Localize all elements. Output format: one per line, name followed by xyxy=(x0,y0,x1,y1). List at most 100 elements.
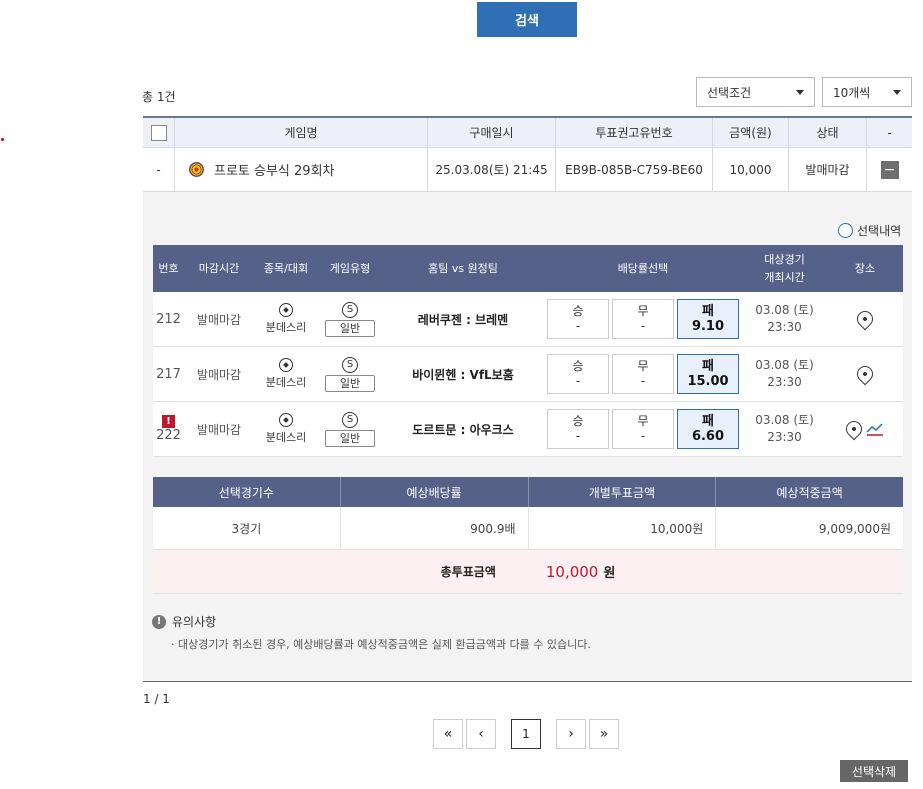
odds-win-label: 승 xyxy=(572,414,584,428)
status: 발매마감 xyxy=(789,148,867,191)
odds-draw-label: 무 xyxy=(637,359,649,373)
alert-icon: ! xyxy=(162,415,175,428)
delete-selected-button[interactable]: 선택삭제 xyxy=(840,760,908,782)
odds-cell: 승- 무- 패 6.60 xyxy=(544,402,742,456)
summary-header: 선택경기수 예상배당률 개별투표금액 예상적중금액 xyxy=(153,477,903,507)
prev-page-button[interactable]: ‹ xyxy=(466,719,496,749)
odds-lose-button[interactable]: 패 9.10 xyxy=(677,299,739,339)
search-button[interactable]: 검색 xyxy=(477,2,577,37)
odds-lose-button[interactable]: 패 6.60 xyxy=(677,409,739,449)
sport-cell: 분데스리 xyxy=(254,347,318,401)
odds-win-button[interactable]: 승- xyxy=(547,354,609,394)
match-close: 발매마감 xyxy=(196,312,242,327)
summary-header-bet: 개별투표금액 xyxy=(529,477,717,507)
match-close: 발매마감 xyxy=(196,367,242,382)
match-row: 212 발매마감 분데스리 S 일반 레버쿠젠 : 브레멘 승- 무- 패 9.1… xyxy=(153,292,903,347)
odds-win-value: - xyxy=(575,429,581,443)
match-row: ! 222 발매마감 분데스리 S 일반 도르트문 : 아우크스 승- 무- 패… xyxy=(153,402,903,457)
header-ticket-id: 투표권고유번호 xyxy=(556,118,713,147)
match-no-text: 217 xyxy=(156,366,181,382)
teams: 바이뮌헨 : VfL보훔 xyxy=(412,367,514,382)
summary-bet: 10,000원 xyxy=(529,507,717,549)
total-label: 총투표금액 xyxy=(440,565,496,579)
odds-win-value: - xyxy=(575,374,581,388)
chevron-down-icon xyxy=(796,89,804,95)
odds-draw-label: 무 xyxy=(637,304,649,318)
odds-draw-button[interactable]: 무- xyxy=(612,409,674,449)
row-index: - xyxy=(143,148,175,191)
header-game-type: 게임유형 xyxy=(329,261,371,275)
target-icon xyxy=(189,162,204,177)
odds-cell: 승- 무- 패 15.00 xyxy=(544,347,742,401)
map-pin-icon[interactable] xyxy=(853,362,877,386)
odds-lose-label: 패 xyxy=(702,359,714,374)
page-info: 1 / 1 xyxy=(143,692,170,706)
game-type-cell: S 일반 xyxy=(318,402,382,456)
match-time: 23:30 xyxy=(767,430,802,444)
detail-table-header: 번호 마감시간 종목/대회 게임유형 홈팀 vs 원정팀 배당률선택 대상경기 … xyxy=(153,245,903,292)
chevron-down-icon xyxy=(893,89,901,95)
amount: 10,000 xyxy=(713,148,789,191)
header-purchase-date: 구매일시 xyxy=(428,118,556,147)
odds-win-label: 승 xyxy=(572,304,584,318)
odds-draw-value: - xyxy=(640,319,646,333)
detail-table: 번호 마감시간 종목/대회 게임유형 홈팀 vs 원정팀 배당률선택 대상경기 … xyxy=(153,245,903,457)
header-match-time-line2: 개최시간 xyxy=(764,270,805,284)
odds-cell: 승- 무- 패 9.10 xyxy=(544,292,742,346)
general-badge: 일반 xyxy=(325,319,375,337)
header-game-name: 게임명 xyxy=(175,118,428,147)
odds-win-value: - xyxy=(575,319,581,333)
match-no: 212 xyxy=(153,292,184,346)
match-time-cell: 03.08 (토) 23:30 xyxy=(742,292,827,346)
total-unit: 원 xyxy=(603,566,616,581)
next-page-button[interactable]: › xyxy=(556,719,586,749)
summary-table: 선택경기수 예상배당률 개별투표금액 예상적중금액 3경기 900.9배 10,… xyxy=(153,477,903,594)
teams: 도르트문 : 아우크스 xyxy=(412,422,514,437)
s-type-icon: S xyxy=(342,301,358,318)
ticket-id: EB9B-085B-C759-BE60 xyxy=(556,148,713,191)
odds-win-button[interactable]: 승- xyxy=(547,299,609,339)
map-pin-icon[interactable] xyxy=(842,417,866,441)
select-detail-toggle[interactable]: 선택내역 xyxy=(838,222,901,239)
sport-cell: 분데스리 xyxy=(254,292,318,346)
match-date: 03.08 (토) xyxy=(755,358,814,372)
radio-icon xyxy=(838,223,853,238)
pagination: « ‹ 1 › » xyxy=(433,719,622,749)
odds-draw-button[interactable]: 무- xyxy=(612,299,674,339)
first-page-button[interactable]: « xyxy=(433,719,463,749)
match-no-text: 212 xyxy=(156,311,181,327)
collapse-button[interactable]: − xyxy=(880,160,899,179)
odds-win-button[interactable]: 승- xyxy=(547,409,609,449)
page-size-select[interactable]: 10개씩 xyxy=(822,77,912,107)
sport-cell: 분데스리 xyxy=(254,402,318,456)
match-no-text: 222 xyxy=(156,428,181,443)
map-pin-icon[interactable] xyxy=(853,307,877,331)
sport-name: 분데스리 xyxy=(265,431,307,444)
header-venue: 장소 xyxy=(854,261,876,275)
header-odds: 배당률선택 xyxy=(617,261,669,275)
last-page-button[interactable]: » xyxy=(589,719,619,749)
odds-draw-label: 무 xyxy=(637,414,649,428)
venue-cell xyxy=(827,347,903,401)
match-date: 03.08 (토) xyxy=(755,413,814,427)
match-time: 23:30 xyxy=(767,375,802,389)
current-page-button[interactable]: 1 xyxy=(511,719,541,749)
odds-draw-button[interactable]: 무- xyxy=(612,354,674,394)
summary-games: 3경기 xyxy=(153,507,341,549)
match-close: 발매마감 xyxy=(196,422,242,437)
venue-cell xyxy=(827,292,903,346)
condition-select[interactable]: 선택조건 xyxy=(696,77,815,107)
select-all-checkbox[interactable] xyxy=(150,124,167,141)
condition-select-value: 선택조건 xyxy=(707,85,752,100)
red-dot-marker xyxy=(1,138,4,141)
summary-row: 3경기 900.9배 10,000원 9,009,000원 xyxy=(153,507,903,550)
game-type-cell: S 일반 xyxy=(318,292,382,346)
select-detail-label: 선택내역 xyxy=(857,224,902,238)
summary-header-odds: 예상배당률 xyxy=(341,477,529,507)
notice-text: · 대상경기가 취소된 경우, 예상배당률과 예상적중금액은 실제 환급금액과 … xyxy=(171,638,591,651)
odds-lose-button[interactable]: 패 15.00 xyxy=(677,354,739,394)
game-type-cell: S 일반 xyxy=(318,347,382,401)
table-row[interactable]: - 프로토 승부식 29회차 25.03.08(토) 21:45 EB9B-08… xyxy=(143,148,912,192)
trend-chart-icon[interactable] xyxy=(866,422,884,436)
odds-lose-value: 9.10 xyxy=(691,319,725,334)
